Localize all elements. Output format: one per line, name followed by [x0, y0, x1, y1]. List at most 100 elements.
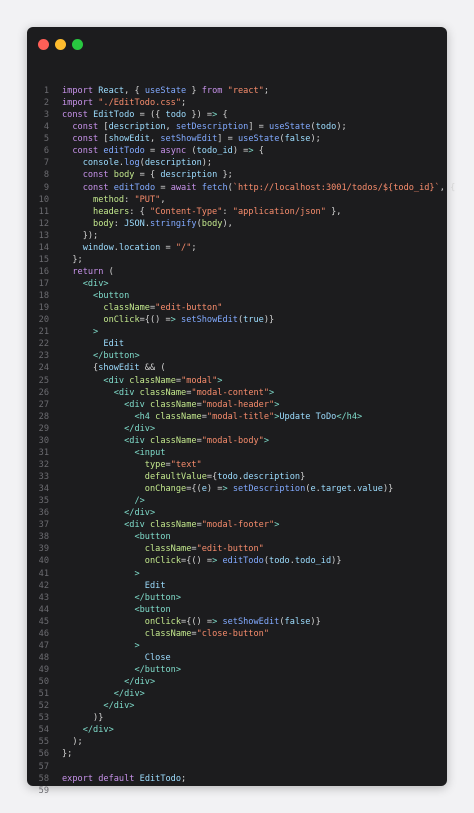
code-line: 29 </div> — [27, 423, 447, 435]
code-text: <div className="modal-content"> — [113, 387, 275, 398]
code-text: )} — [62, 713, 104, 724]
line-number: 22 — [38, 339, 49, 350]
line-number: 5 — [43, 134, 49, 145]
code-text: <div> — [82, 279, 109, 289]
code-line: 25 <div className="modal"> — [27, 375, 447, 387]
code-line: 30 <div className="modal-body"> — [27, 435, 447, 447]
line-number: 19 — [38, 303, 49, 314]
code-text: import React, { useState } from "react"; — [62, 86, 270, 96]
code-line: 15 }; — [27, 254, 447, 266]
line-number: 34 — [38, 484, 49, 495]
code-text: console.log(description); — [82, 158, 213, 169]
code-text: Edit — [144, 580, 166, 591]
code-line: 24 {showEdit && ( — [27, 362, 447, 374]
code-line: 10 method: "PUT", — [27, 194, 447, 206]
code-text: > — [93, 327, 99, 338]
code-text: }); — [62, 230, 99, 241]
line-number: 29 — [38, 423, 49, 434]
code-text: </button> — [134, 592, 182, 603]
code-line: 47 > — [27, 640, 447, 652]
code-text: </div> — [124, 423, 156, 434]
code-text: <input — [134, 447, 166, 458]
code-text: className="edit-button" — [144, 544, 264, 555]
code-text: const editTodo = async (todo_id) => { — [72, 146, 264, 157]
code-line: 59 — [27, 785, 447, 797]
code-line: 21 > — [27, 326, 447, 338]
minimize-window-icon[interactable] — [55, 39, 66, 50]
code-line: 52 </div> — [27, 700, 447, 712]
code-line: 34 onChange={(e) => setDescription(e.tar… — [27, 483, 447, 495]
line-number: 9 — [43, 182, 49, 193]
code-line: 42 Edit — [27, 580, 447, 592]
code-line: 39 className="edit-button" — [27, 543, 447, 555]
code-line: 4 const [description, setDescription] = … — [27, 121, 447, 133]
line-number: 40 — [38, 556, 49, 567]
line-number: 28 — [38, 411, 49, 422]
line-number: 18 — [38, 291, 49, 302]
code-text: onClick={() => editTodo(todo.todo_id)} — [144, 556, 342, 567]
code-text: <button — [134, 604, 171, 615]
line-number: 30 — [38, 435, 49, 446]
line-number: 51 — [38, 689, 49, 700]
code-line: 13 }); — [27, 230, 447, 242]
line-number: 21 — [38, 327, 49, 338]
code-line: 57 — [27, 761, 447, 773]
code-text: onClick={() => setShowEdit(false)} — [144, 616, 321, 627]
line-number: 2 — [43, 98, 49, 109]
line-number: 49 — [38, 665, 49, 675]
code-line: 51 </div> — [27, 688, 447, 700]
code-text: <button — [134, 532, 171, 543]
code-text: const EditTodo = ({ todo }) => { — [62, 110, 228, 121]
line-number: 15 — [38, 254, 49, 265]
code-text: headers: { "Content-Type": "application/… — [93, 206, 342, 217]
code-line: 54 </div> — [27, 724, 447, 736]
line-number: 52 — [38, 701, 49, 712]
code-line: 43 </button> — [27, 592, 447, 604]
line-number: 46 — [38, 628, 49, 639]
code-line: 50 </div> — [27, 676, 447, 688]
line-number: 59 — [38, 785, 49, 796]
line-number: 35 — [38, 496, 49, 507]
code-line: 37 <div className="modal-footer"> — [27, 519, 447, 531]
code-text: window.location = "/"; — [82, 242, 197, 253]
code-text: <div className="modal"> — [103, 375, 223, 386]
code-line: 11 headers: { "Content-Type": "applicati… — [27, 206, 447, 218]
code-line: 8 const body = { description }; — [27, 169, 447, 181]
code-line: 38 <button — [27, 531, 447, 543]
code-line: 1 import React, { useState } from "react"… — [27, 85, 447, 97]
line-number: 45 — [38, 616, 49, 627]
code-text: </div> — [124, 508, 156, 519]
code-text: }; — [62, 749, 73, 760]
line-number: 37 — [38, 520, 49, 531]
code-text: Close — [144, 652, 171, 663]
close-window-icon[interactable] — [38, 39, 49, 50]
code-line: 12 body: JSON.stringify(body), — [27, 218, 447, 230]
code-line: 56}; — [27, 748, 447, 760]
code-line: 44 <button — [27, 604, 447, 616]
line-number: 41 — [38, 568, 49, 579]
line-number: 13 — [38, 230, 49, 241]
code-line: 18 <button — [27, 290, 447, 302]
code-line: 23 </button> — [27, 350, 447, 362]
code-line: 33 defaultValue={todo.description} — [27, 471, 447, 483]
zoom-window-icon[interactable] — [72, 39, 83, 50]
code-text: <div className="modal-body"> — [124, 435, 270, 446]
code-text: /> — [134, 496, 145, 507]
line-number: 8 — [43, 170, 49, 181]
code-line: 41 > — [27, 568, 447, 580]
code-text: {showEdit && ( — [62, 363, 166, 374]
line-number: 1 — [43, 86, 49, 96]
code-line: 32 type="text" — [27, 459, 447, 471]
line-number: 4 — [43, 122, 49, 133]
code-text: <div className="modal-header"> — [124, 399, 280, 410]
code-text: export default EditTodo; — [62, 773, 187, 784]
line-number: 26 — [38, 387, 49, 398]
line-number: 7 — [43, 158, 49, 169]
code-line: 14 window.location = "/"; — [27, 242, 447, 254]
line-number: 38 — [38, 532, 49, 543]
line-number: 57 — [38, 761, 49, 772]
line-number: 47 — [38, 640, 49, 651]
line-number: 36 — [38, 508, 49, 519]
line-number: 14 — [38, 242, 49, 253]
line-number: 6 — [43, 146, 49, 157]
